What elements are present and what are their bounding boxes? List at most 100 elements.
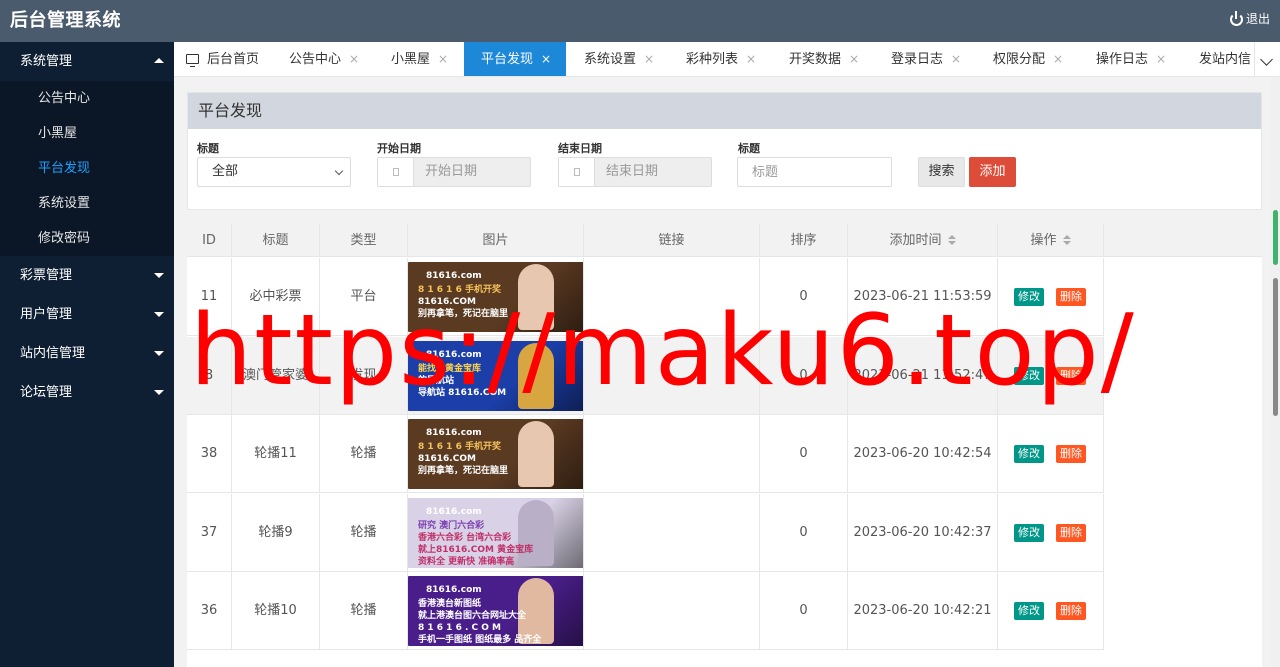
tab-label: 系统设置 (584, 52, 637, 67)
column-header-actions-label: 操作 (1030, 233, 1057, 248)
tab-label: 公告中心 (289, 52, 342, 67)
keyword-input[interactable] (737, 157, 892, 187)
edit-button[interactable]: 修改 (1014, 288, 1044, 306)
column-header-time[interactable]: 添加时间 (848, 224, 998, 257)
edit-button[interactable]: 修改 (1014, 602, 1044, 620)
sidebar-item-platform-discover[interactable]: 平台发现 (0, 151, 174, 186)
sidebar-group-system[interactable]: 系统管理 (0, 42, 174, 81)
top-header: 后台管理系统 退出 (0, 0, 1280, 42)
tab-draw-data[interactable]: 开奖数据 × (789, 42, 859, 76)
title-select[interactable]: 全部 (197, 157, 351, 187)
delete-button[interactable]: 删除 (1056, 288, 1086, 306)
tab-notice[interactable]: 公告中心 × (289, 42, 359, 76)
tab-permissions[interactable]: 权限分配 × (993, 42, 1063, 76)
tab-label: 后台首页 (207, 52, 260, 67)
banner-figure (518, 499, 554, 566)
tab-system-settings[interactable]: 系统设置 × (584, 42, 654, 76)
search-button[interactable]: 搜索 (918, 157, 965, 187)
edit-button[interactable]: 修改 (1014, 523, 1044, 542)
start-date-label: 开始日期 (377, 142, 421, 155)
start-date-input[interactable]: 开始日期 (377, 157, 531, 187)
add-button[interactable]: 添加 (969, 157, 1016, 187)
tab-lottery-list[interactable]: 彩种列表 × (686, 42, 756, 76)
banner-text: 研究 澳门六合彩 (418, 520, 485, 531)
banner-text: 8 1 6 1 6 手机开奖 (418, 442, 501, 452)
sidebar-item-notice[interactable]: 公告中心 (0, 81, 174, 116)
banner-text: 别再拿笔，死记在脑里 (418, 466, 509, 476)
end-date-placeholder: 结束日期 (606, 164, 659, 179)
sidebar-group-lottery[interactable]: 彩票管理 (0, 256, 174, 295)
power-icon (1229, 11, 1244, 26)
tab-platform-discover[interactable]: 平台发现 × (464, 42, 566, 76)
sidebar-item-change-password[interactable]: 修改密码 (0, 221, 174, 256)
cell-sort: 0 (760, 336, 848, 415)
cell-type: 轮播 (320, 415, 408, 493)
keyword-label: 标题 (738, 142, 760, 155)
banner-figure (518, 421, 554, 487)
cell-sort: 0 (760, 493, 848, 572)
cell-sort: 0 (760, 415, 848, 493)
sort-icon[interactable] (1062, 235, 1071, 245)
cell-image: 81616.com 能找到黄金宝库 的导航站 导航站 81616.COM (408, 336, 584, 415)
sidebar-group-messages[interactable]: 站内信管理 (0, 334, 174, 373)
edit-button[interactable]: 修改 (1014, 445, 1044, 463)
scrollbar-thumb[interactable] (1273, 278, 1278, 416)
filter-panel: 平台发现 标题 全部 开始日期 开始日期 结束日期 结束日期 标题 搜索 添加 (187, 92, 1262, 210)
sidebar-group-forum[interactable]: 论坛管理 (0, 373, 174, 412)
cell-link (584, 258, 760, 336)
logout-button[interactable]: 退出 (1229, 10, 1270, 27)
cell-time: 2023-06-20 10:42:37 (848, 493, 998, 572)
banner-text: 81616.COM (418, 297, 476, 307)
cell-actions: 修改 删除 (998, 415, 1104, 493)
delete-button[interactable]: 删除 (1056, 523, 1086, 542)
end-date-input[interactable]: 结束日期 (558, 157, 712, 187)
delete-button[interactable]: 删除 (1056, 602, 1086, 620)
delete-button[interactable]: 删除 (1056, 445, 1086, 463)
delete-button[interactable]: 删除 (1056, 366, 1086, 385)
close-icon[interactable]: × (644, 42, 654, 76)
page-title: 平台发现 (188, 93, 1261, 129)
edit-button[interactable]: 修改 (1014, 366, 1044, 385)
banner-brand: 81616.com (426, 585, 482, 595)
close-icon[interactable]: × (541, 42, 551, 76)
banner-text: 导航站 81616.COM (418, 387, 507, 398)
page-scrollbar[interactable] (1271, 78, 1280, 667)
tab-more-chevron-icon[interactable] (1254, 42, 1280, 76)
cell-image: 81616.com 8 1 6 1 6 手机开奖 81616.COM 别再拿笔，死记在… (408, 258, 584, 336)
cell-id: 36 (187, 572, 232, 650)
brand-title: 后台管理系统 (10, 10, 121, 31)
sidebar-group-label: 彩票管理 (20, 268, 73, 283)
column-header-sort: 排序 (760, 224, 848, 257)
data-table: ID 标题 类型 图片 链接 排序 添加时间 操作 11 必中彩票 平台 81616.… (187, 224, 1262, 667)
tab-blacklist[interactable]: 小黑屋 × (391, 42, 448, 76)
tab-login-log[interactable]: 登录日志 × (891, 42, 961, 76)
banner-text: 资料全 更新快 准确率高 (418, 556, 515, 567)
column-header-actions[interactable]: 操作 (998, 224, 1104, 257)
close-icon[interactable]: × (849, 42, 859, 76)
scrollbar-thumb-accent[interactable] (1273, 210, 1278, 265)
banner-text: 8 1 6 1 6 . C O M (418, 623, 502, 633)
title-select-value: 全部 (212, 164, 239, 179)
tab-home[interactable]: 后台首页 (186, 42, 260, 76)
cell-title: 轮播9 (232, 493, 320, 572)
sort-icon[interactable] (947, 235, 956, 245)
cell-time: 2023-06-21 11:53:59 (848, 258, 998, 336)
tab-operation-log[interactable]: 操作日志 × (1096, 42, 1166, 76)
monitor-icon (186, 54, 199, 67)
close-icon[interactable]: × (349, 42, 359, 76)
cell-type: 轮播 (320, 572, 408, 650)
close-icon[interactable]: × (438, 42, 448, 76)
sidebar-group-users[interactable]: 用户管理 (0, 295, 174, 334)
table-header: ID 标题 类型 图片 链接 排序 添加时间 操作 (187, 224, 1262, 257)
close-icon[interactable]: × (1156, 42, 1166, 76)
tab-send-message[interactable]: 发站内信 (1199, 42, 1251, 76)
calendar-addon (378, 158, 414, 186)
sidebar-item-system-settings[interactable]: 系统设置 (0, 186, 174, 221)
close-icon[interactable]: × (746, 42, 756, 76)
close-icon[interactable]: × (951, 42, 961, 76)
sidebar-item-blacklist[interactable]: 小黑屋 (0, 116, 174, 151)
banner-brand: 81616.com (426, 271, 482, 281)
tab-label: 操作日志 (1096, 52, 1149, 67)
cell-image: 81616.com 香港澳台新图纸 就上港澳台图六合网址大全 8 1 6 1 6 . … (408, 572, 584, 650)
close-icon[interactable]: × (1053, 42, 1063, 76)
